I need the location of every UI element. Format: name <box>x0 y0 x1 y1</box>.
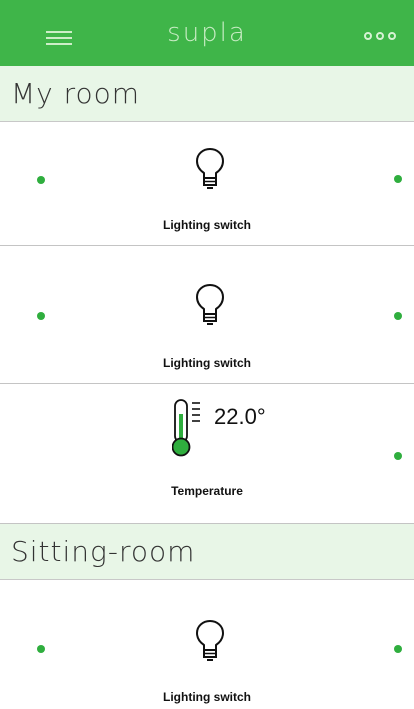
channel-label: Lighting switch <box>163 218 251 232</box>
temperature-display: 22.0° <box>167 398 287 458</box>
status-dot-left <box>37 312 45 320</box>
app-title: supla <box>167 18 247 48</box>
status-dot-right <box>394 452 402 460</box>
light-bulb-icon <box>196 148 224 189</box>
location-title: My room <box>11 77 141 110</box>
channel-row-lighting-switch[interactable]: Lighting switch <box>0 122 414 246</box>
more-options-icon[interactable] <box>364 32 398 44</box>
channel-row-lighting-switch[interactable]: Lighting switch <box>0 580 414 709</box>
status-dot-left <box>37 645 45 653</box>
light-bulb-icon <box>196 620 224 661</box>
channel-row-temperature[interactable]: 22.0° Temperature <box>0 384 414 524</box>
status-dot-right <box>394 645 402 653</box>
location-header-my-room[interactable]: My room <box>0 66 414 122</box>
light-bulb-icon <box>196 284 224 325</box>
status-dot-right <box>394 175 402 183</box>
location-title: Sitting-room <box>11 535 196 568</box>
status-dot-right <box>394 312 402 320</box>
channel-label: Lighting switch <box>163 690 251 704</box>
location-header-sitting-room[interactable]: Sitting-room <box>0 524 414 580</box>
top-app-bar: supla <box>0 0 414 66</box>
status-dot-left <box>37 176 45 184</box>
temperature-value: 22.0° <box>214 404 266 429</box>
supla-app-screen: supla My room Lighting switch Lighting s… <box>0 0 414 709</box>
thermometer-icon <box>172 399 200 457</box>
channel-label: Temperature <box>171 484 243 498</box>
channel-row-lighting-switch[interactable]: Lighting switch <box>0 246 414 384</box>
channel-label: Lighting switch <box>163 356 251 370</box>
